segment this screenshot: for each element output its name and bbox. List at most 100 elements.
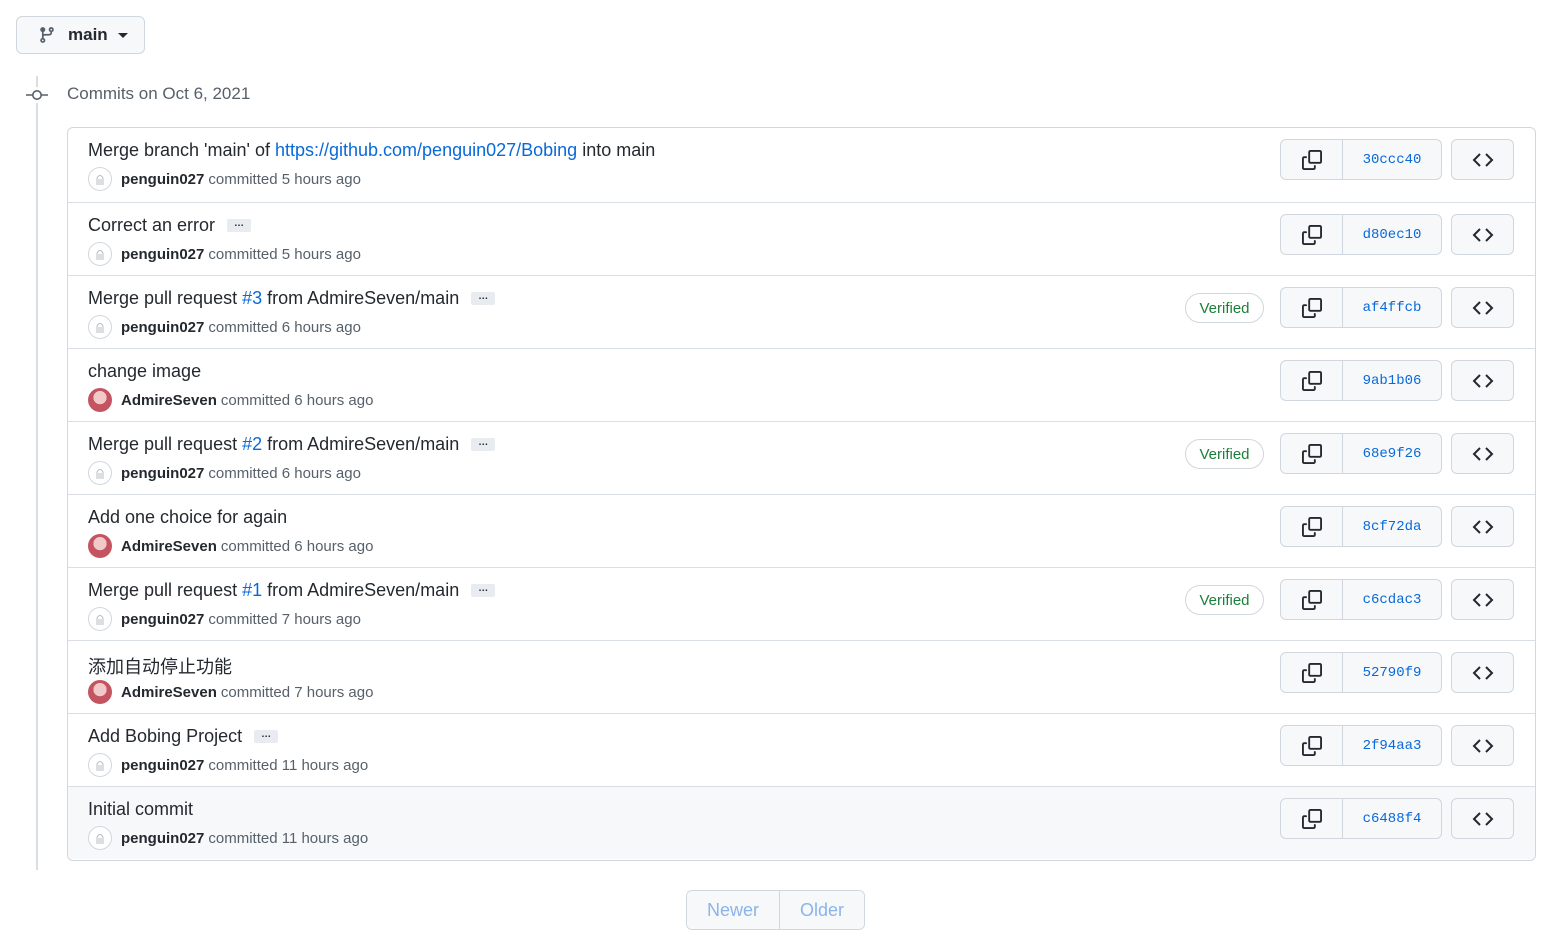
commit-message-text[interactable]: change image: [88, 361, 201, 382]
verified-badge[interactable]: Verified: [1185, 293, 1264, 323]
author-link[interactable]: AdmireSeven: [121, 684, 217, 701]
copy-sha-button[interactable]: [1281, 361, 1343, 400]
commit-sha-link[interactable]: af4ffcb: [1343, 288, 1441, 327]
expand-message-button[interactable]: …: [471, 292, 496, 305]
copy-sha-button[interactable]: [1281, 507, 1343, 546]
copy-sha-button[interactable]: [1281, 434, 1343, 473]
browse-repo-button[interactable]: [1451, 214, 1514, 255]
commit-meta: AdmireSeven committed 6 hours ago: [88, 388, 373, 412]
timeline-line: [36, 76, 38, 870]
commit-meta: penguin027 committed 5 hours ago: [88, 242, 361, 266]
relative-time: 6 hours ago: [294, 537, 374, 555]
avatar[interactable]: [88, 461, 112, 485]
browse-repo-button[interactable]: [1451, 506, 1514, 547]
commit-message-text[interactable]: into main: [577, 140, 655, 161]
commit-message-text[interactable]: Initial commit: [88, 799, 193, 820]
commit-message-link[interactable]: #1: [242, 580, 262, 601]
commit-message[interactable]: change image: [88, 361, 201, 382]
expand-message-button[interactable]: …: [254, 730, 279, 743]
copy-sha-button[interactable]: [1281, 580, 1343, 619]
commit-message[interactable]: Merge pull request #1 from AdmireSeven/m…: [88, 580, 496, 601]
browse-repo-button[interactable]: [1451, 360, 1514, 401]
verified-badge[interactable]: Verified: [1185, 585, 1264, 615]
author-link[interactable]: penguin027: [121, 830, 204, 847]
copy-sha-button[interactable]: [1281, 288, 1343, 327]
commit-message-text[interactable]: from AdmireSeven/main: [262, 434, 459, 455]
commit-message-link[interactable]: #2: [242, 434, 262, 455]
commit-message-text[interactable]: Add one choice for again: [88, 507, 287, 528]
commit-message-text[interactable]: Merge pull request: [88, 580, 242, 601]
avatar[interactable]: [88, 826, 112, 850]
copy-icon: [1301, 297, 1322, 318]
browse-repo-button[interactable]: [1451, 287, 1514, 328]
copy-sha-button[interactable]: [1281, 726, 1343, 765]
commit-message-text[interactable]: from AdmireSeven/main: [262, 288, 459, 309]
avatar[interactable]: [88, 753, 112, 777]
copy-icon: [1301, 443, 1322, 464]
commit-sha-link[interactable]: c6cdac3: [1343, 580, 1441, 619]
expand-message-button[interactable]: …: [471, 584, 496, 597]
avatar[interactable]: [88, 167, 112, 191]
commit-sha-link[interactable]: c6488f4: [1343, 799, 1441, 838]
browse-repo-button[interactable]: [1451, 725, 1514, 766]
verified-badge[interactable]: Verified: [1185, 439, 1264, 469]
relative-time: 11 hours ago: [281, 829, 369, 847]
avatar[interactable]: [88, 534, 112, 558]
copy-sha-button[interactable]: [1281, 653, 1343, 692]
copy-icon: [1301, 516, 1322, 537]
commit-message[interactable]: Merge pull request #3 from AdmireSeven/m…: [88, 288, 496, 309]
branch-select-button[interactable]: main: [16, 16, 145, 54]
copy-sha-button[interactable]: [1281, 799, 1343, 838]
expand-message-button[interactable]: …: [227, 219, 252, 232]
commit-message-text[interactable]: Merge pull request: [88, 288, 242, 309]
author-link[interactable]: penguin027: [121, 171, 204, 188]
commit-message-text[interactable]: Merge branch 'main' of: [88, 140, 275, 161]
commit-message[interactable]: Add Bobing Project …: [88, 726, 279, 747]
commit-sha-link[interactable]: 30ccc40: [1343, 140, 1441, 179]
browse-repo-button[interactable]: [1451, 652, 1514, 693]
commit-sha-link[interactable]: 8cf72da: [1343, 507, 1441, 546]
avatar[interactable]: [88, 315, 112, 339]
browse-repo-button[interactable]: [1451, 798, 1514, 839]
commit-sha-link[interactable]: 68e9f26: [1343, 434, 1441, 473]
commit-message-text[interactable]: Correct an error: [88, 215, 215, 236]
commit-message-text[interactable]: 添加自动停止功能: [88, 653, 232, 679]
expand-message-button[interactable]: …: [471, 438, 496, 451]
older-button[interactable]: Older: [780, 891, 864, 929]
commit-message-text[interactable]: Merge pull request: [88, 434, 242, 455]
commit-message-link[interactable]: #3: [242, 288, 262, 309]
commit-message[interactable]: Add one choice for again: [88, 507, 287, 528]
avatar[interactable]: [88, 607, 112, 631]
author-link[interactable]: AdmireSeven: [121, 392, 217, 409]
commit-message[interactable]: Merge pull request #2 from AdmireSeven/m…: [88, 434, 496, 455]
copy-sha-button[interactable]: [1281, 215, 1343, 254]
author-link[interactable]: penguin027: [121, 611, 204, 628]
commit-sha-link[interactable]: 2f94aa3: [1343, 726, 1441, 765]
avatar[interactable]: [88, 388, 112, 412]
commit-meta: penguin027 committed 6 hours ago: [88, 315, 361, 339]
author-link[interactable]: penguin027: [121, 465, 204, 482]
author-link[interactable]: penguin027: [121, 246, 204, 263]
author-link[interactable]: AdmireSeven: [121, 538, 217, 555]
browse-repo-button[interactable]: [1451, 433, 1514, 474]
newer-button[interactable]: Newer: [687, 891, 780, 929]
commit-message[interactable]: 添加自动停止功能: [88, 653, 232, 679]
commit-sha-link[interactable]: d80ec10: [1343, 215, 1441, 254]
code-brackets-icon: [1472, 809, 1494, 829]
author-link[interactable]: penguin027: [121, 319, 204, 336]
copy-sha-button[interactable]: [1281, 140, 1343, 179]
commit-message[interactable]: Initial commit: [88, 799, 193, 820]
avatar[interactable]: [88, 680, 112, 704]
commit-message-link[interactable]: https://github.com/penguin027/Bobing: [275, 140, 577, 161]
browse-repo-button[interactable]: [1451, 139, 1514, 180]
author-link[interactable]: penguin027: [121, 757, 204, 774]
commit-message-text[interactable]: Add Bobing Project: [88, 726, 242, 747]
commit-message[interactable]: Correct an error …: [88, 215, 252, 236]
commit-message[interactable]: Merge branch 'main' of https://github.co…: [88, 140, 655, 161]
commit-sha-link[interactable]: 52790f9: [1343, 653, 1441, 692]
browse-repo-button[interactable]: [1451, 579, 1514, 620]
commit-message-text[interactable]: from AdmireSeven/main: [262, 580, 459, 601]
commit-sha-link[interactable]: 9ab1b06: [1343, 361, 1441, 400]
avatar[interactable]: [88, 242, 112, 266]
commit-row: Correct an error … penguin027 committed 5…: [68, 202, 1535, 275]
